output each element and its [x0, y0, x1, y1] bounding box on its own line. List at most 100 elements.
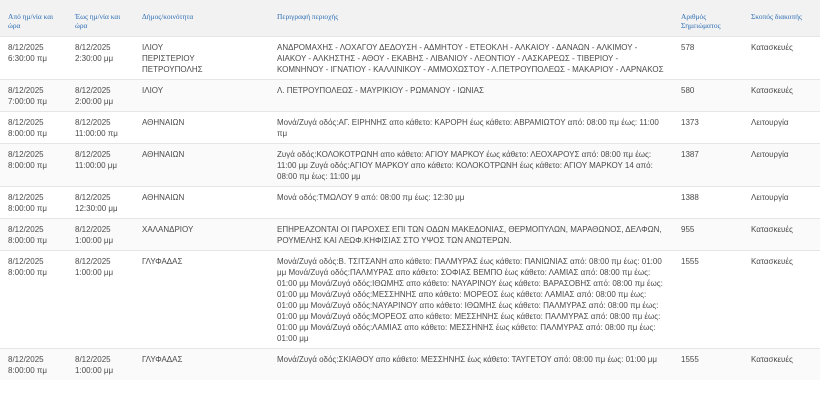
- table-row: 8/12/2025 8:00:00 πμ 8/12/2025 1:00:00 μμ ΓΛ…: [0, 250, 820, 349]
- table-row: 8/12/2025 8:00:00 πμ 8/12/2025 12:30:00 μμ Α…: [0, 186, 820, 219]
- cell-from-text: 6:30:00 πμ: [8, 54, 48, 63]
- table-header: Από ημ/νία και ώρα Έως ημ/νία και ώρα Δή…: [0, 0, 820, 37]
- cell-to-text: 2:30:00 μμ: [75, 54, 114, 63]
- cell-from-text: 8/12/2025: [8, 86, 44, 95]
- table-row: 8/12/2025 7:00:00 πμ 8/12/2025 2:00:00 μμ ΙΛ…: [0, 79, 820, 112]
- cell-purpose-text: Κατασκευές: [751, 86, 793, 95]
- table-row: 8/12/2025 8:00:00 πμ 8/12/2025 11:00:00 μμ Α…: [0, 143, 820, 187]
- cell-area-description-text: Μονά οδός:ΤΜΩΛΟΥ 9 από: 08:00 πμ έως: 12…: [277, 193, 465, 202]
- cell-from-text: 8/12/2025: [8, 118, 44, 127]
- cell-note-number-text: 955: [681, 225, 695, 234]
- cell-purpose-text: Κατασκευές: [751, 257, 793, 266]
- cell-municipality-text: ΓΛΥΦΑΔΑΣ: [142, 257, 183, 266]
- cell-to-text: 8/12/2025: [75, 355, 111, 364]
- cell-to: 8/12/2025 12:30:00 μμ: [67, 186, 134, 219]
- header-municipality[interactable]: Δήμος/κοινότητα: [134, 0, 269, 37]
- cell-area-description: Μονά/Ζυγά οδός:ΣΚΙΑΘΟΥ απο κάθετο: ΜΕΣΣΗ…: [269, 348, 673, 380]
- cell-municipality-text: ΑΘΗΝΑΙΩΝ: [142, 118, 185, 127]
- cell-area-description-text: Μονά/Ζυγά οδός:Β. ΤΣΙΤΣΑΝΗ απο κάθετο: Π…: [277, 257, 663, 343]
- outages-table: Από ημ/νία και ώρα Έως ημ/νία και ώρα Δή…: [0, 0, 820, 380]
- cell-purpose-text: Λειτουργία: [751, 118, 789, 127]
- table-row: 8/12/2025 8:00:00 πμ 8/12/2025 11:00:00 πμ Α…: [0, 111, 820, 144]
- cell-area-description-text: Λ. ΠΕΤΡΟΥΠΟΛΕΩΣ - ΜΑΥΡΙΚΙΟΥ - ΡΩΜΑΝΟΥ - …: [277, 86, 484, 95]
- cell-municipality-text: ΑΘΗΝΑΙΩΝ: [142, 193, 185, 202]
- cell-to: 8/12/2025 1:00:00 μμ: [67, 218, 134, 251]
- cell-note-number: 1555: [673, 348, 743, 380]
- cell-to: 8/12/2025 11:00:00 πμ: [67, 111, 134, 144]
- cell-area-description-text: ΑΝΔΡΟΜΑΧΗΣ - ΛΟΧΑΓΟΥ ΔΕΔΟΥΣΗ - ΑΔΜΗΤΟΥ -…: [277, 43, 664, 74]
- cell-to-text: 8/12/2025: [75, 257, 111, 266]
- cell-from: 8/12/2025 8:00:00 πμ: [0, 348, 67, 380]
- table-body: 8/12/2025 6:30:00 πμ 8/12/2025 2:30:00 μμ ΙΛ…: [0, 36, 820, 380]
- cell-to-text: 8/12/2025: [75, 43, 111, 52]
- cell-to-text: 12:30:00 μμ: [75, 204, 118, 213]
- cell-purpose: Κατασκευές: [743, 79, 820, 112]
- cell-note-number-text: 1555: [681, 257, 699, 266]
- cell-note-number: 1388: [673, 186, 743, 219]
- cell-purpose-text: Λειτουργία: [751, 150, 789, 159]
- cell-purpose: Κατασκευές: [743, 348, 820, 380]
- cell-municipality: ΙΛΙΟΥ: [134, 79, 269, 112]
- cell-note-number: 1373: [673, 111, 743, 144]
- cell-note-number-text: 1373: [681, 118, 699, 127]
- cell-to-text: 11:00:00 μμ: [75, 161, 117, 170]
- cell-to-text: 8/12/2025: [75, 118, 111, 127]
- cell-purpose-text: Κατασκευές: [751, 355, 793, 364]
- cell-note-number: 1555: [673, 250, 743, 349]
- cell-to-text: 1:00:00 μμ: [75, 268, 114, 277]
- cell-to-text: 8/12/2025: [75, 225, 111, 234]
- cell-to: 8/12/2025 1:00:00 μμ: [67, 348, 134, 380]
- cell-municipality: ΙΛΙΟΥ ΠΕΡΙΣΤΕΡΙΟΥ ΠΕΤΡΟΥΠΟΛΗΣ: [134, 36, 269, 80]
- cell-area-description: ΕΠΗΡΕΑΖΟΝΤΑΙ ΟΙ ΠΑΡΟΧΕΣ ΕΠΙ ΤΩΝ ΟΔΩΝ ΜΑΚ…: [269, 218, 673, 251]
- cell-to: 8/12/2025 1:00:00 μμ: [67, 250, 134, 349]
- cell-from-text: 8:00:00 πμ: [8, 366, 48, 375]
- cell-from-text: 8:00:00 πμ: [8, 161, 48, 170]
- cell-to: 8/12/2025 2:00:00 μμ: [67, 79, 134, 112]
- cell-area-description-text: ΕΠΗΡΕΑΖΟΝΤΑΙ ΟΙ ΠΑΡΟΧΕΣ ΕΠΙ ΤΩΝ ΟΔΩΝ ΜΑΚ…: [277, 225, 662, 245]
- cell-from-text: 8:00:00 πμ: [8, 129, 48, 138]
- header-from[interactable]: Από ημ/νία και ώρα: [0, 0, 67, 37]
- cell-from: 8/12/2025 8:00:00 πμ: [0, 143, 67, 187]
- cell-municipality-text: ΓΛΥΦΑΔΑΣ: [142, 355, 183, 364]
- cell-to-text: 8/12/2025: [75, 150, 111, 159]
- cell-note-number-text: 1387: [681, 150, 699, 159]
- cell-from-text: 8/12/2025: [8, 355, 44, 364]
- cell-municipality: ΧΑΛΑΝΔΡΙΟΥ: [134, 218, 269, 251]
- cell-area-description-text: Ζυγά οδός:ΚΟΛΟΚΟΤΡΩΝΗ απο κάθετο: ΑΓΙΟΥ …: [277, 150, 653, 181]
- cell-municipality: ΓΛΥΦΑΔΑΣ: [134, 348, 269, 380]
- header-area-description[interactable]: Περιγραφή περιοχής: [269, 0, 673, 37]
- cell-area-description-text: Μονά/Ζυγά οδός:ΑΓ. ΕΙΡΗΝΗΣ απο κάθετο: Κ…: [277, 118, 659, 138]
- cell-municipality-text: ΧΑΛΑΝΔΡΙΟΥ: [142, 225, 194, 234]
- cell-purpose-text: Λειτουργία: [751, 193, 789, 202]
- cell-to-text: 1:00:00 μμ: [75, 236, 114, 245]
- cell-area-description: ΑΝΔΡΟΜΑΧΗΣ - ΛΟΧΑΓΟΥ ΔΕΔΟΥΣΗ - ΑΔΜΗΤΟΥ -…: [269, 36, 673, 80]
- cell-purpose-text: Κατασκευές: [751, 43, 793, 52]
- cell-purpose: Λειτουργία: [743, 186, 820, 219]
- cell-purpose: Κατασκευές: [743, 36, 820, 80]
- cell-municipality: ΑΘΗΝΑΙΩΝ: [134, 143, 269, 187]
- cell-from-text: 8/12/2025: [8, 43, 44, 52]
- cell-to: 8/12/2025 2:30:00 μμ: [67, 36, 134, 80]
- table-row: 8/12/2025 8:00:00 πμ 8/12/2025 1:00:00 μμ ΧΑ…: [0, 218, 820, 251]
- cell-purpose-text: Κατασκευές: [751, 225, 793, 234]
- cell-note-number-text: 578: [681, 43, 695, 52]
- cell-note-number-text: 1388: [681, 193, 699, 202]
- table-row: 8/12/2025 6:30:00 πμ 8/12/2025 2:30:00 μμ ΙΛ…: [0, 36, 820, 80]
- cell-area-description: Μονά/Ζυγά οδός:Β. ΤΣΙΤΣΑΝΗ απο κάθετο: Π…: [269, 250, 673, 349]
- cell-from: 8/12/2025 8:00:00 πμ: [0, 218, 67, 251]
- cell-purpose: Κατασκευές: [743, 218, 820, 251]
- cell-area-description: Μονά οδός:ΤΜΩΛΟΥ 9 από: 08:00 πμ έως: 12…: [269, 186, 673, 219]
- header-note-number[interactable]: Αριθμός Σημειώματος: [673, 0, 743, 37]
- cell-from-text: 8:00:00 πμ: [8, 236, 48, 245]
- cell-from: 8/12/2025 8:00:00 πμ: [0, 250, 67, 349]
- header-to[interactable]: Έως ημ/νία και ώρα: [67, 0, 134, 37]
- cell-note-number: 578: [673, 36, 743, 80]
- cell-note-number-text: 1555: [681, 355, 699, 364]
- cell-purpose: Λειτουργία: [743, 111, 820, 144]
- header-purpose[interactable]: Σκοπός διακοπής: [743, 0, 820, 37]
- cell-from-text: 8/12/2025: [8, 225, 44, 234]
- cell-municipality: ΑΘΗΝΑΙΩΝ: [134, 186, 269, 219]
- cell-area-description: Μονά/Ζυγά οδός:ΑΓ. ΕΙΡΗΝΗΣ απο κάθετο: Κ…: [269, 111, 673, 144]
- cell-note-number: 955: [673, 218, 743, 251]
- cell-area-description: Ζυγά οδός:ΚΟΛΟΚΟΤΡΩΝΗ απο κάθετο: ΑΓΙΟΥ …: [269, 143, 673, 187]
